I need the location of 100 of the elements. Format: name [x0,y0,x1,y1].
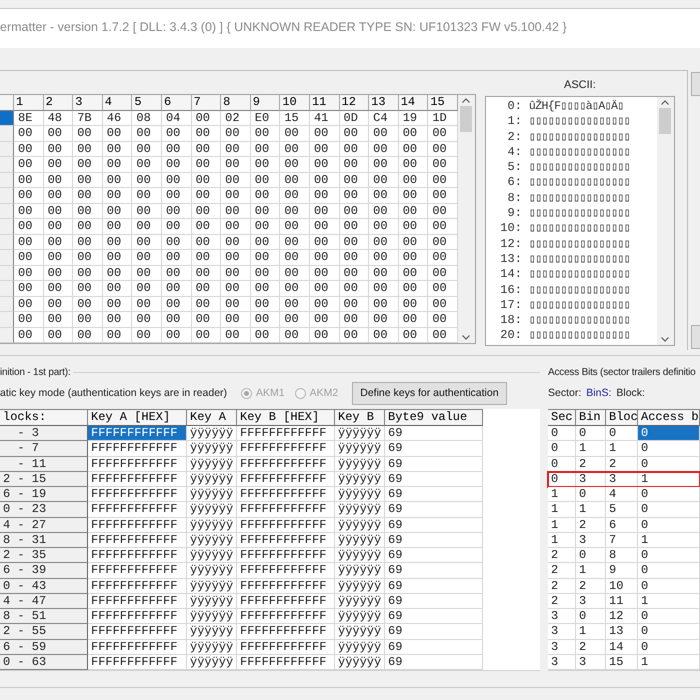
define-keys-button[interactable]: Define keys for authentication [352,382,507,404]
hex-cell[interactable]: 00 [192,281,222,296]
hex-cell[interactable]: 00 [340,204,370,219]
table-cell[interactable]: FFFFFFFFFFFF [88,548,187,564]
table-cell[interactable]: ÿÿÿÿÿÿ [187,472,237,487]
hex-cell[interactable]: 0D [340,110,370,126]
table-cell[interactable]: 14 [606,640,638,655]
row-header[interactable]: 6 - 59 [0,640,88,655]
table-cell[interactable]: ÿÿÿÿÿÿ [187,441,237,456]
hex-cell[interactable]: 48 [44,110,74,126]
row-header[interactable]: 8 - 51 [0,609,88,624]
table-cell[interactable]: 1 [548,487,576,502]
hex-cell[interactable]: 00 [44,312,74,328]
table-cell[interactable]: FFFFFFFFFFFF [237,487,335,502]
table-cell[interactable]: 69 [385,487,483,502]
hex-cell[interactable]: 00 [250,250,280,266]
column-header[interactable]: Access b [638,409,700,426]
hex-cell[interactable]: 1D [428,110,458,126]
row-header[interactable]: 4 - 47 [0,594,88,609]
hex-cell[interactable]: 00 [14,219,44,234]
table-cell[interactable]: 0 [638,426,700,442]
hex-cell[interactable]: 00 [280,172,310,188]
hex-cell[interactable]: 00 [369,296,399,312]
column-header[interactable]: Sec [548,409,576,426]
hex-cell[interactable]: 00 [221,250,251,266]
table-cell[interactable]: ÿÿÿÿÿÿ [335,563,385,578]
table-cell[interactable]: 2 [548,578,576,594]
table-cell[interactable]: FFFFFFFFFFFF [88,518,187,533]
table-cell[interactable]: FFFFFFFFFFFF [88,624,187,640]
row-header[interactable] [0,296,14,312]
hex-cell[interactable]: 00 [192,312,222,328]
hex-cell[interactable]: 00 [221,142,251,157]
row-header[interactable] [0,142,14,157]
row-header[interactable] [0,250,14,266]
table-cell[interactable]: 2 [548,563,576,578]
hex-cell[interactable]: 00 [398,219,428,234]
table-cell[interactable]: ÿÿÿÿÿÿ [335,487,385,502]
hex-cell[interactable]: 00 [310,142,340,157]
table-cell[interactable]: 0 [638,624,700,640]
table-cell[interactable]: 10 [606,578,638,594]
hex-cell[interactable]: 00 [250,142,280,157]
row-header[interactable] [0,126,14,142]
hex-cell[interactable]: 00 [398,266,428,281]
hex-cell[interactable]: 00 [250,126,280,142]
hex-cell[interactable]: 00 [250,328,280,343]
table-cell[interactable]: 0 [638,548,700,564]
hex-cell[interactable]: 00 [14,250,44,266]
table-cell[interactable]: 12 [606,609,638,624]
table-cell[interactable]: 1 [576,624,606,640]
table-cell[interactable]: 1 [606,441,638,456]
row-header[interactable]: 0 - 23 [0,502,88,518]
hex-cell[interactable]: 8E [14,110,44,126]
hex-cell[interactable]: 00 [221,204,251,219]
hex-cell[interactable]: 00 [73,188,103,204]
table-cell[interactable]: 3 [576,654,606,670]
table-cell[interactable]: FFFFFFFFFFFF [88,609,187,624]
hex-cell[interactable]: 00 [14,126,44,142]
hex-cell[interactable]: 00 [310,312,340,328]
hex-cell[interactable]: 00 [102,328,132,343]
hex-cell[interactable]: 00 [14,157,44,172]
table-cell[interactable]: 1 [638,594,700,609]
hex-cell[interactable]: 00 [192,250,222,266]
table-cell[interactable]: 69 [385,441,483,456]
hex-cell[interactable]: 00 [398,328,428,343]
table-cell[interactable]: ÿÿÿÿÿÿ [335,502,385,518]
hex-cell[interactable]: 00 [73,234,103,250]
hex-cell[interactable]: 00 [162,172,192,188]
hex-cell[interactable]: 00 [280,328,310,343]
table-cell[interactable]: 1 [638,654,700,670]
table-cell[interactable]: FFFFFFFFFFFF [237,563,335,578]
hex-cell[interactable]: 00 [221,266,251,281]
column-header[interactable]: 1 [14,95,44,110]
hex-cell[interactable]: 00 [192,328,222,343]
hex-cell[interactable]: 00 [428,328,458,343]
hex-cell[interactable]: 00 [280,219,310,234]
table-cell[interactable]: FFFFFFFFFFFF [237,654,335,670]
column-header[interactable]: locks: [0,409,88,426]
table-cell[interactable]: 69 [385,624,483,640]
table-cell[interactable]: ÿÿÿÿÿÿ [335,472,385,487]
hex-cell[interactable]: 00 [192,188,222,204]
hex-cell[interactable]: 00 [280,266,310,281]
hex-cell[interactable]: 00 [398,188,428,204]
hex-cell[interactable]: 00 [398,250,428,266]
table-cell[interactable]: FFFFFFFFFFFF [237,609,335,624]
hex-cell[interactable]: 00 [340,234,370,250]
hex-cell[interactable]: 00 [428,266,458,281]
hex-cell[interactable]: 00 [162,142,192,157]
column-header[interactable]: Key B [HEX] [237,409,335,426]
hex-cell[interactable]: 00 [192,110,222,126]
hex-cell[interactable]: 00 [102,142,132,157]
table-cell[interactable]: FFFFFFFFFFFF [237,640,335,655]
hex-cell[interactable]: 00 [102,250,132,266]
column-header[interactable]: 3 [73,95,103,110]
hex-cell[interactable]: 00 [280,250,310,266]
hex-cell[interactable]: 00 [280,312,310,328]
hex-cell[interactable]: 00 [310,157,340,172]
hex-cell[interactable]: 00 [340,142,370,157]
hex-cell[interactable]: 00 [428,296,458,312]
hex-cell[interactable]: 00 [250,281,280,296]
table-cell[interactable]: 0 [638,456,700,472]
